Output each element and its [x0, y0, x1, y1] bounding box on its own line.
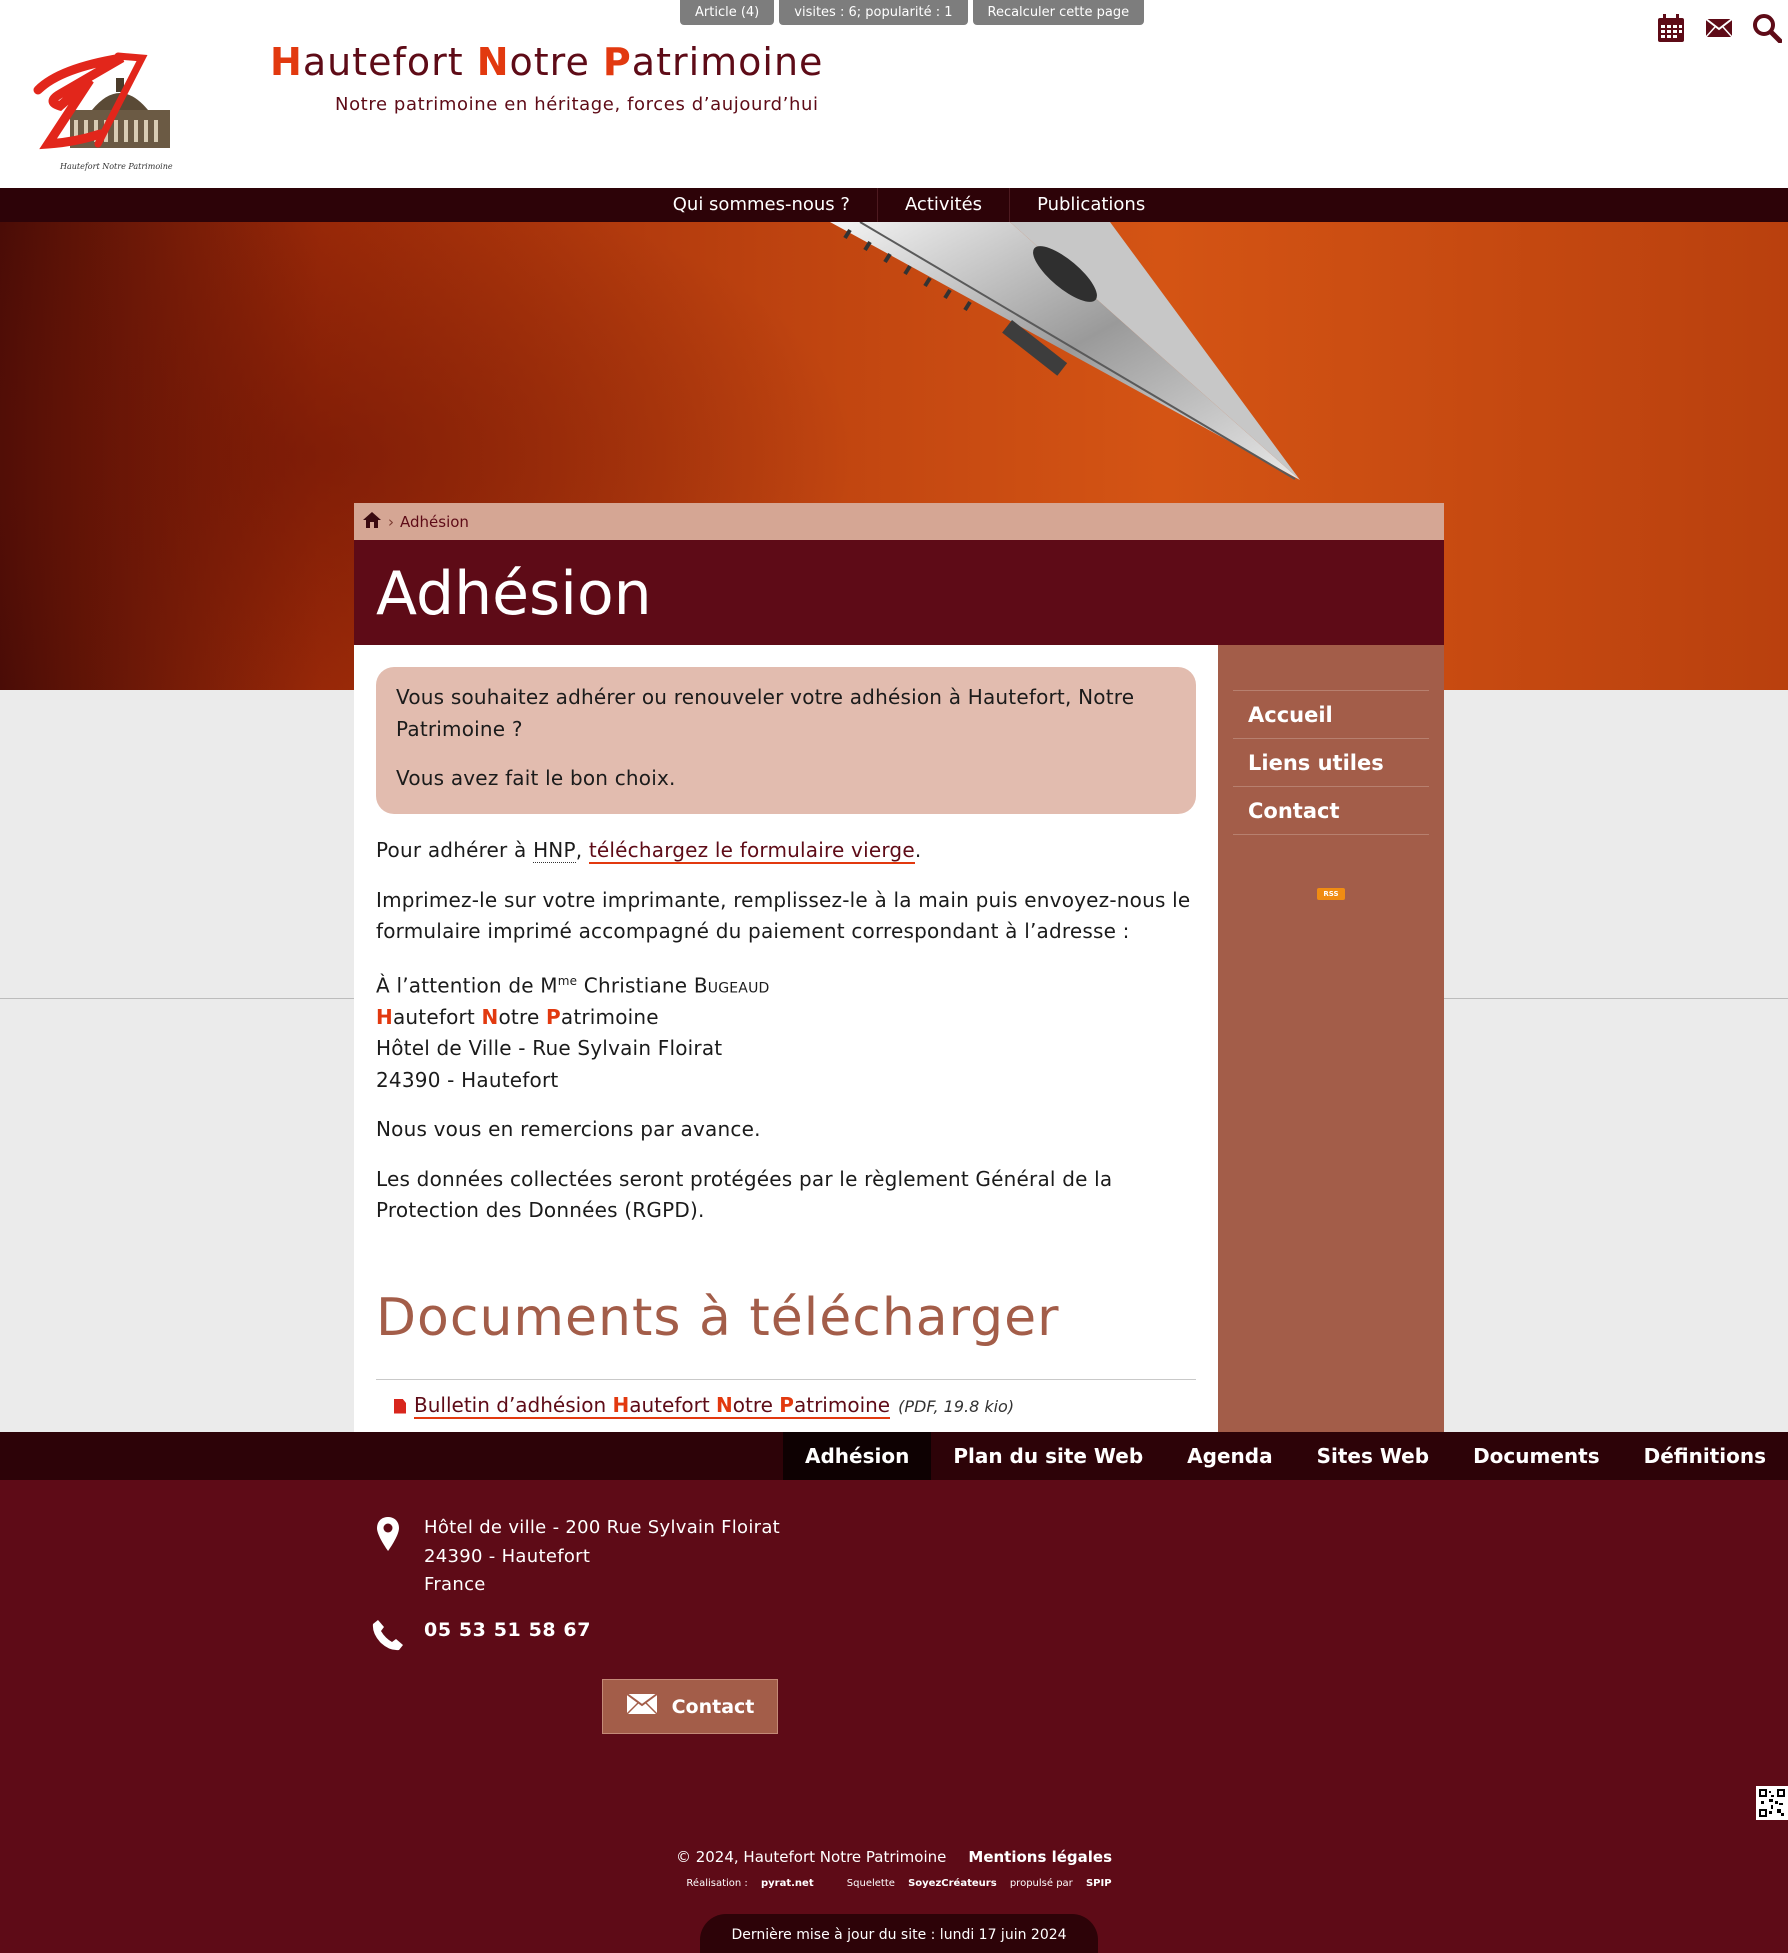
calendar-icon[interactable] — [1656, 12, 1686, 44]
skeleton-link[interactable]: SoyezCréateurs — [908, 1878, 997, 1889]
sidebar: Accueil Liens utiles Contact RSS — [1218, 645, 1444, 1432]
mail-icon[interactable] — [1704, 12, 1734, 44]
chevron-right-icon: › — [388, 512, 394, 531]
text: me — [557, 973, 578, 988]
paragraph-rgpd: Les données collectées seront protégées … — [376, 1166, 1113, 1223]
phone-icon — [371, 1618, 405, 1656]
title-initial: H — [270, 40, 303, 84]
text: 24390 - Hautefort — [376, 1067, 559, 1092]
article-body: Pour adhérer à HNP, téléchargez le formu… — [376, 835, 1201, 1245]
credits-line: Réalisation : pyrat.net Squelette SoyezC… — [0, 1878, 1788, 1889]
documents-heading: Documents à télécharger — [376, 1288, 1060, 1348]
copyright-text: © 2024, Hautefort Notre Patrimoine — [675, 1848, 947, 1866]
document-item: Bulletin d’adhésion Hautefort Notre Patr… — [394, 1393, 1014, 1419]
intro-answer: Vous avez fait le bon choix. — [396, 766, 676, 790]
footer-nav-agenda[interactable]: Agenda — [1165, 1432, 1294, 1480]
rss-icon[interactable]: RSS — [1317, 888, 1345, 900]
admin-bar: Article (4) visites : 6; popularité : 1 … — [680, 0, 1145, 25]
title-initial: N — [476, 40, 510, 84]
nav-item-activites[interactable]: Activités — [878, 188, 1011, 222]
footer-nav-sites-web[interactable]: Sites Web — [1295, 1432, 1451, 1480]
sidebar-item-accueil[interactable]: Accueil — [1233, 691, 1429, 739]
text: Squelette — [846, 1878, 899, 1889]
breadcrumb-current: Adhésion — [400, 512, 469, 531]
text: Réalisation : — [686, 1878, 751, 1889]
nav-item-qui-sommes-nous[interactable]: Qui sommes-nous ? — [646, 188, 878, 222]
paragraph-thanks: Nous vous en remercions par avance. — [376, 1117, 761, 1142]
text: propulsé par — [1006, 1878, 1076, 1889]
admin-article-button[interactable]: Article (4) — [680, 0, 775, 25]
address-line: 24390 - Hautefort — [424, 1545, 591, 1567]
footer-address: Hôtel de ville - 200 Rue Sylvain Floirat… — [424, 1514, 780, 1600]
download-form-link[interactable]: téléchargez le formulaire vierge — [588, 838, 915, 864]
home-icon[interactable] — [362, 511, 382, 533]
footer-nav-plan-du-site[interactable]: Plan du site Web — [931, 1432, 1165, 1480]
envelope-icon — [626, 1693, 658, 1720]
footer-nav-definitions[interactable]: Définitions — [1622, 1432, 1788, 1480]
credit-link[interactable]: pyrat.net — [761, 1878, 814, 1889]
text: À l’attention de M — [376, 973, 558, 998]
postal-address: À l’attention de Mme Christiane Bugeaud … — [376, 973, 770, 1092]
article-content: Vous souhaitez adhérer ou renouveler vot… — [354, 645, 1218, 1432]
credit-skeleton: Squelette SoyezCréateurs propulsé par SP… — [837, 1878, 1112, 1889]
last-update: Dernière mise à jour du site : lundi 17 … — [700, 1914, 1098, 1953]
header-tools — [1656, 12, 1782, 44]
title-word: autefort — [302, 40, 477, 84]
site-header: Article (4) visites : 6; popularité : 1 … — [0, 0, 1788, 188]
paragraph-instructions: Imprimez-le sur votre imprimante, rempli… — [376, 887, 1191, 944]
document-meta: (PDF, 19.8 kio) — [898, 1396, 1015, 1416]
pdf-icon — [394, 1398, 406, 1414]
main-nav: Qui sommes-nous ? Activités Publications — [0, 188, 1788, 222]
logo-caption: Hautefort Notre Patrimoine — [60, 162, 173, 171]
site-footer: Hôtel de ville - 200 Rue Sylvain Floirat… — [0, 1480, 1788, 1953]
text: . — [914, 838, 922, 862]
intro-question: Vous souhaitez adhérer ou renouveler vot… — [396, 685, 1135, 741]
divider — [376, 1379, 1196, 1380]
document-link[interactable]: Bulletin d’adhésion Hautefort Notre Patr… — [414, 1393, 891, 1419]
footer-nav: Adhésion Plan du site Web Agenda Sites W… — [0, 1432, 1788, 1480]
site-slogan: Notre patrimoine en héritage, forces d’a… — [335, 94, 819, 115]
sidebar-item-liens-utiles[interactable]: Liens utiles — [1233, 739, 1429, 787]
text: Christiane — [577, 973, 694, 998]
sidebar-item-contact[interactable]: Contact — [1233, 787, 1429, 835]
footer-nav-documents[interactable]: Documents — [1451, 1432, 1622, 1480]
site-logo[interactable]: Hautefort Notre Patrimoine — [30, 50, 180, 180]
text: Bulletin d’adhésion — [414, 1393, 613, 1417]
admin-visits-button[interactable]: visites : 6; popularité : 1 — [779, 0, 968, 25]
page-title: Adhésion — [354, 540, 1444, 645]
intro-box: Vous souhaitez adhérer ou renouveler vot… — [376, 667, 1196, 814]
contact-button-label: Contact — [671, 1695, 755, 1718]
qr-code[interactable] — [1756, 1786, 1788, 1820]
nav-item-publications[interactable]: Publications — [1010, 188, 1172, 222]
address-line: France — [424, 1574, 486, 1595]
title-word: atrimoine — [631, 40, 824, 84]
text: Bugeaud — [693, 973, 770, 998]
admin-recalc-button[interactable]: Recalculer cette page — [972, 0, 1145, 25]
title-initial: P — [602, 40, 632, 84]
legal-link[interactable]: Mentions légales — [968, 1848, 1112, 1866]
footer-phone[interactable]: 05 53 51 58 67 — [424, 1619, 591, 1641]
credit-realisation: Réalisation : pyrat.net — [676, 1878, 813, 1889]
footer-nav-adhesion[interactable]: Adhésion — [783, 1432, 932, 1480]
search-icon[interactable] — [1752, 12, 1782, 44]
site-title[interactable]: Hautefort Notre Patrimoine — [270, 40, 823, 84]
paragraph-adhesion: Pour adhérer à HNP, téléchargez le formu… — [376, 835, 1201, 867]
contact-button[interactable]: Contact — [602, 1679, 778, 1734]
text: Hôtel de Ville - Rue Sylvain Floirat — [376, 1036, 723, 1061]
spip-link[interactable]: SPIP — [1086, 1878, 1112, 1889]
title-word: otre — [509, 40, 603, 84]
address-line: Hôtel de ville - 200 Rue Sylvain Floirat — [424, 1517, 781, 1538]
text: , — [575, 838, 589, 862]
breadcrumb: › Adhésion — [354, 503, 1444, 540]
hnp-abbr: HNP — [533, 838, 576, 863]
location-pin-icon — [376, 1516, 400, 1556]
text: Pour adhérer à — [376, 838, 534, 862]
copyright-line: © 2024, Hautefort Notre Patrimoine Mentio… — [0, 1848, 1788, 1866]
